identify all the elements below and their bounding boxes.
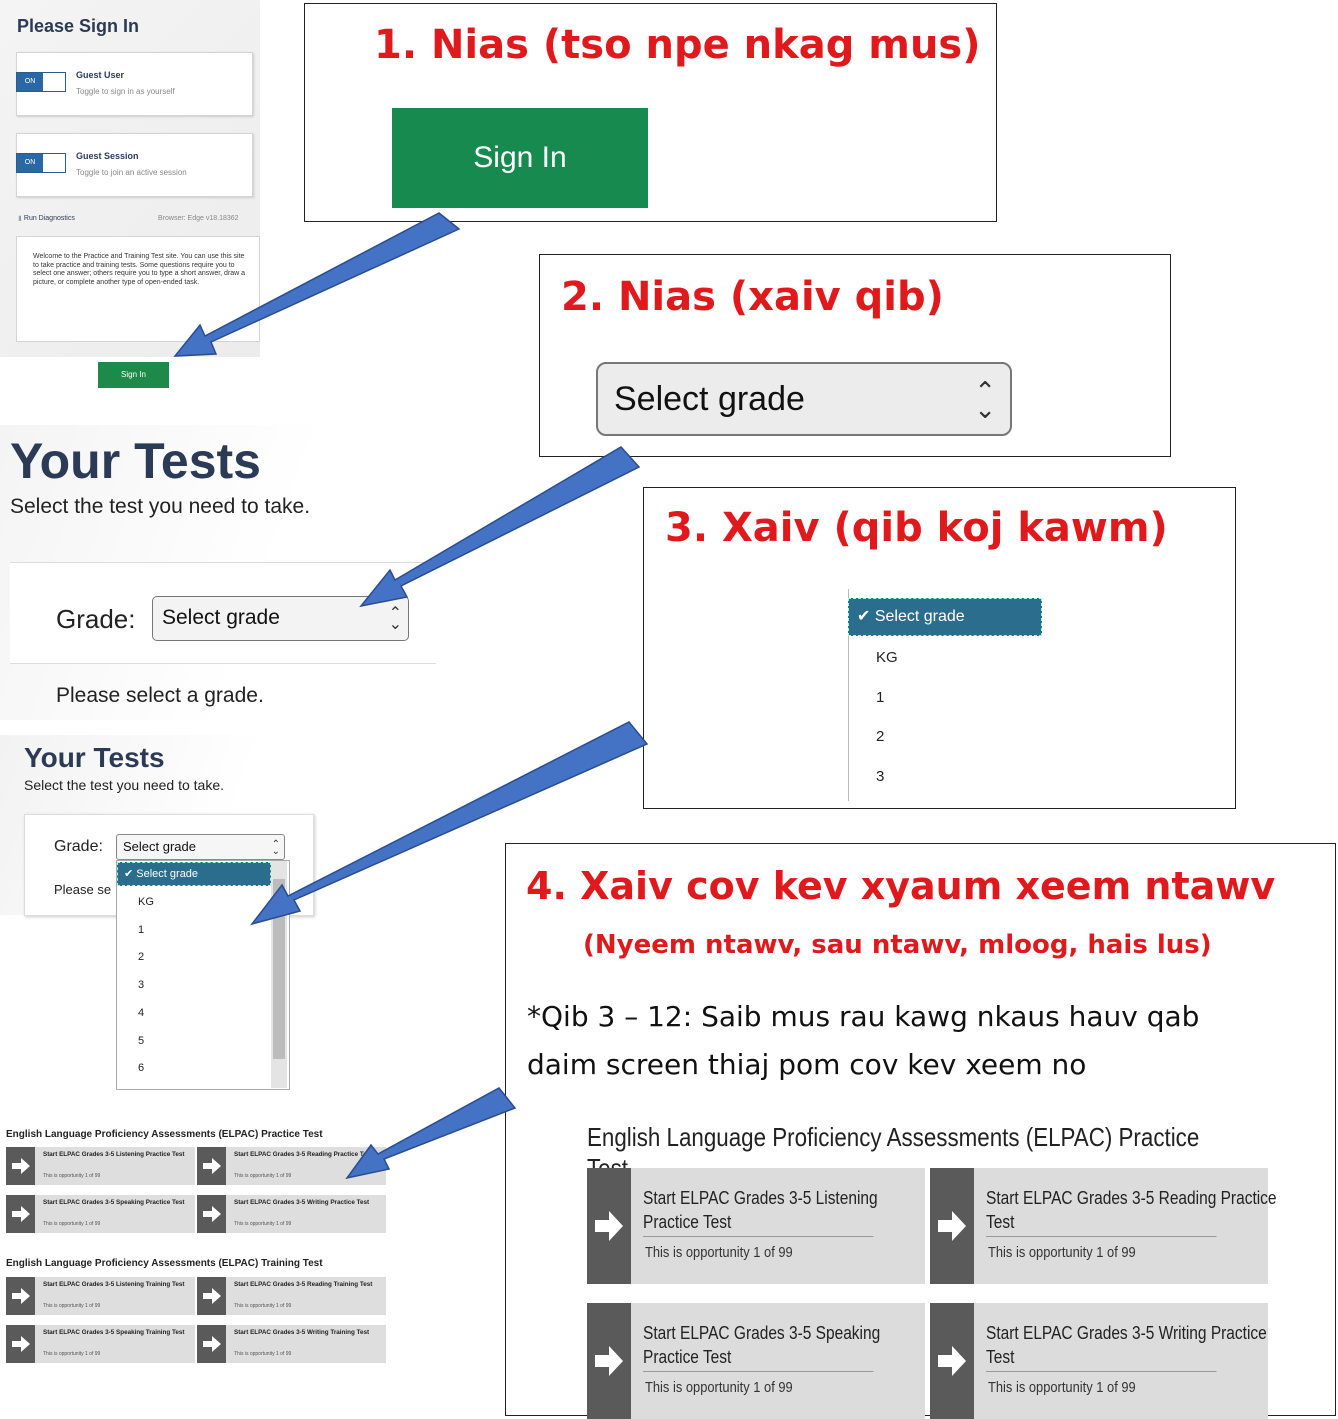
training-test-heading-small: English Language Proficiency Assessments… xyxy=(6,1258,323,1269)
test-card-reading-training-small[interactable]: Start ELPAC Grades 3-5 Reading Training … xyxy=(197,1277,386,1315)
your-tests-subtitle-small: Select the test you need to take. xyxy=(24,777,225,793)
step-4-subtitle: (Nyeem ntawv, sau ntawv, mloog, hais lus… xyxy=(583,930,1212,960)
welcome-message: Welcome to the Practice and Training Tes… xyxy=(16,236,260,342)
dropdown-option-selected[interactable]: ✔ Select grade xyxy=(117,862,271,886)
dropdown-option[interactable]: 5 xyxy=(138,1035,144,1047)
arrow-right-icon xyxy=(587,1303,631,1419)
dropdown-option[interactable]: 6 xyxy=(138,1062,144,1074)
your-tests-subtitle: Select the test you need to take. xyxy=(10,495,311,518)
arrow-right-icon xyxy=(587,1168,631,1284)
grade-dropdown-list xyxy=(116,860,290,1090)
dropdown-option[interactable]: 2 xyxy=(138,951,144,963)
guest-session-subtitle: Toggle to join an active session xyxy=(76,168,187,177)
grade-label: Grade: xyxy=(56,604,136,634)
grade-select-small[interactable]: Select grade ⌃ ⌄ xyxy=(116,834,285,860)
dropdown-option[interactable]: 1 xyxy=(138,924,144,936)
test-card-reading-practice[interactable]: Start ELPAC Grades 3-5 Reading Practice T… xyxy=(930,1168,1277,1284)
arrow-right-icon xyxy=(930,1303,974,1419)
test-card-writing-practice[interactable]: Start ELPAC Grades 3-5 Writing Practice T… xyxy=(930,1303,1268,1419)
arrow-right-icon xyxy=(6,1277,35,1315)
step-4-note-line-1: *Qib 3 – 12: Saib mus rau kawg nkaus hau… xyxy=(527,1000,1200,1033)
test-card-listening-practice[interactable]: Start ELPAC Grades 3-5 Listening Practice… xyxy=(587,1168,925,1284)
arrow-right-icon xyxy=(6,1195,35,1233)
dropdown-option[interactable]: 2 xyxy=(876,728,884,745)
arrow-right-icon xyxy=(197,1147,226,1185)
step-4-note-line-2: daim screen thiaj pom cov kev xeem no xyxy=(527,1048,1087,1081)
browser-version: Browser: Edge v18.18362 xyxy=(158,215,239,222)
dropdown-option[interactable]: 3 xyxy=(876,768,884,785)
your-tests-title: Your Tests xyxy=(10,433,261,489)
grade-prompt-small: Please se xyxy=(54,882,112,897)
chevron-updown-icon: ⌃ ⌄ xyxy=(388,605,402,633)
guest-user-subtitle: Toggle to sign in as yourself xyxy=(76,87,175,96)
step-1-title: 1. Nias (tso npe nkag mus) xyxy=(374,22,981,68)
arrow-right-icon xyxy=(6,1147,35,1185)
chart-icon: ⫫ xyxy=(18,215,22,222)
chevron-updown-icon: ⌃ ⌄ xyxy=(974,376,996,424)
test-card-speaking-practice[interactable]: Start ELPAC Grades 3-5 Speaking Practice … xyxy=(587,1303,925,1419)
arrow-right-icon xyxy=(197,1195,226,1233)
step-3-title: 3. Xaiv (qib koj kawm) xyxy=(665,505,1168,551)
dropdown-option[interactable]: KG xyxy=(876,649,898,666)
sign-in-button-small[interactable]: Sign In xyxy=(98,362,169,388)
dropdown-scroll-thumb[interactable] xyxy=(273,879,285,1059)
chevron-updown-icon: ⌃ ⌄ xyxy=(271,839,280,857)
sign-in-button[interactable]: Sign In xyxy=(392,108,648,208)
arrow-right-icon xyxy=(6,1325,35,1363)
guest-user-title: Guest User xyxy=(76,70,125,80)
arrow-right-icon xyxy=(197,1325,226,1363)
grade-label-small: Grade: xyxy=(54,838,103,855)
dropdown-option[interactable]: KG xyxy=(138,896,154,908)
dropdown-option[interactable]: 1 xyxy=(876,689,884,706)
grade-select-large[interactable]: Select grade ⌃ ⌄ xyxy=(596,362,1012,436)
step-4-title: 4. Xaiv cov kev xyaum xeem ntawv xyxy=(526,864,1276,908)
test-card-speaking-practice-small[interactable]: Start ELPAC Grades 3-5 Speaking Practice… xyxy=(6,1195,195,1233)
test-card-writing-training-small[interactable]: Start ELPAC Grades 3-5 Writing Training … xyxy=(197,1325,386,1363)
guest-session-toggle[interactable]: ON xyxy=(16,153,66,173)
step-2-title: 2. Nias (xaiv qib) xyxy=(561,274,944,320)
test-card-speaking-training-small[interactable]: Start ELPAC Grades 3-5 Speaking Training… xyxy=(6,1325,195,1363)
your-tests-title-small: Your Tests xyxy=(24,742,165,773)
grade-select[interactable]: Select grade ⌃ ⌄ xyxy=(152,596,409,641)
grade-prompt: Please select a grade. xyxy=(56,684,264,707)
dropdown-option-selected[interactable]: ✔ Select grade xyxy=(848,598,1042,636)
arrow-right-icon xyxy=(930,1168,974,1284)
sign-in-title: Please Sign In xyxy=(17,16,140,36)
practice-test-heading-small: English Language Proficiency Assessments… xyxy=(6,1129,323,1140)
dropdown-option[interactable]: 4 xyxy=(138,1007,144,1019)
test-card-reading-practice-small[interactable]: Start ELPAC Grades 3-5 Reading Practice … xyxy=(197,1147,386,1185)
dropdown-option[interactable]: 3 xyxy=(138,979,144,991)
test-card-writing-practice-small[interactable]: Start ELPAC Grades 3-5 Writing Practice … xyxy=(197,1195,386,1233)
guest-session-title: Guest Session xyxy=(76,151,139,161)
guest-user-toggle[interactable]: ON xyxy=(16,72,66,92)
arrow-right-icon xyxy=(197,1277,226,1315)
run-diagnostics-link[interactable]: ⫫ Run Diagnostics xyxy=(18,215,75,223)
test-card-listening-training-small[interactable]: Start ELPAC Grades 3-5 Listening Trainin… xyxy=(6,1277,195,1315)
test-card-listening-practice-small[interactable]: Start ELPAC Grades 3-5 Listening Practic… xyxy=(6,1147,195,1185)
